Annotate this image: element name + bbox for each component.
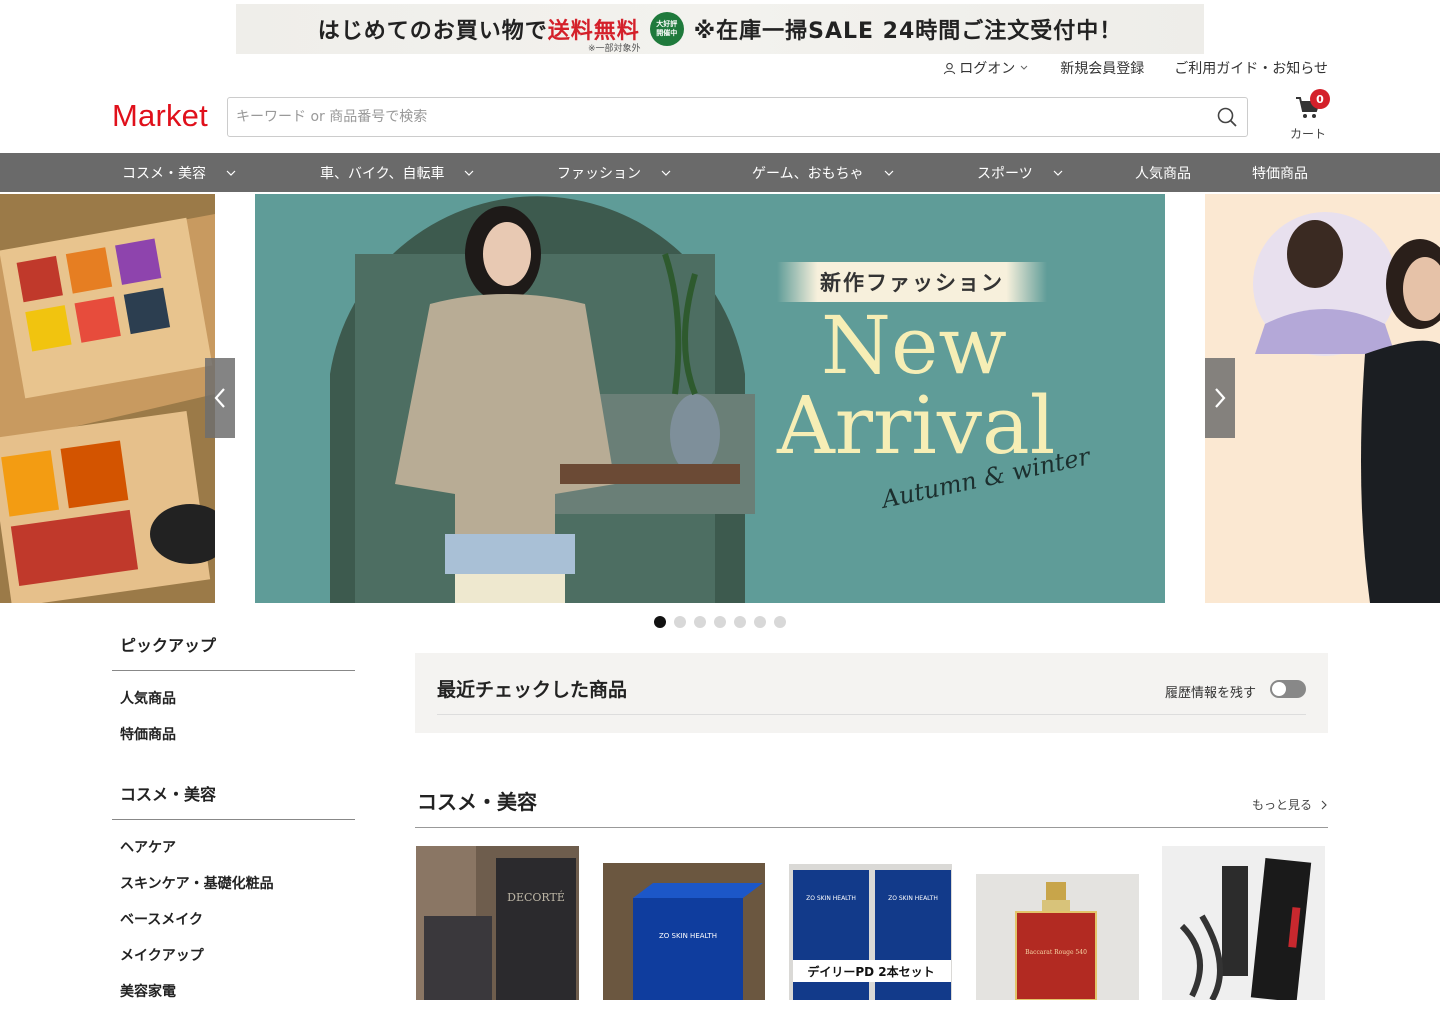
carousel-slide-main[interactable]: 新作ファッション New Arrival Autumn & winter <box>255 194 1165 603</box>
chevron-right-icon <box>1215 388 1226 408</box>
product-image: ZO SKIN HEALTH <box>603 863 765 1000</box>
nav-item-sale[interactable]: 特価商品 <box>1252 153 1308 192</box>
sidebar: ピックアップ 人気商品 特価商品 コスメ・美容 ヘアケア スキンケア・基礎化粧品… <box>112 630 355 1036</box>
chevron-down-icon <box>226 170 236 176</box>
search-bar <box>227 97 1248 137</box>
nav-item-games[interactable]: ゲーム、おもちゃ <box>752 153 894 192</box>
sidebar-item-skincare[interactable]: スキンケア・基礎化粧品 <box>112 866 355 902</box>
product-card[interactable]: ZO SKIN HEALTH ZO SKIN HEALTH デイリーPD 2本セ… <box>789 864 952 1000</box>
sidebar-heading: コスメ・美容 <box>112 779 355 820</box>
cart-label: カート <box>1289 127 1326 141</box>
carousel-dot[interactable] <box>714 616 726 628</box>
product-brand: ZO SKIN HEALTH <box>806 895 856 902</box>
more-link[interactable]: もっと見る <box>1252 796 1328 813</box>
promo-banner[interactable]: はじめてのお買い物で送料無料 ※一部対象外 大好評 開催中 ※在庫一掃SALE 2… <box>236 4 1204 54</box>
promo-sale-text: ※在庫一掃SALE 24時間ご注文受付中！ <box>693 19 1123 44</box>
sidebar-item-beauty-appliances[interactable]: 美容家電 <box>112 974 355 1010</box>
product-image <box>1162 846 1325 1000</box>
sidebar-item-haircare[interactable]: ヘアケア <box>112 830 355 866</box>
section-title: コスメ・美容 <box>417 790 537 814</box>
innerwear-image <box>1205 194 1440 603</box>
carousel-prev-button[interactable] <box>205 358 235 438</box>
chevron-down-icon <box>1020 65 1028 70</box>
hero-carousel: 新作ファッション New Arrival Autumn & winter <box>0 194 1440 603</box>
carousel-dot[interactable] <box>694 616 706 628</box>
product-image: Baccarat Rouge 540 <box>976 874 1139 1000</box>
osechi-image <box>0 194 215 603</box>
carousel-dot[interactable] <box>754 616 766 628</box>
chevron-down-icon <box>884 170 894 176</box>
toggle-knob <box>1272 682 1286 696</box>
promo-badge: 大好評 開催中 <box>649 12 684 46</box>
product-brand: ZO SKIN HEALTH <box>659 932 717 940</box>
nav-item-vehicles[interactable]: 車、バイク、自転車 <box>320 153 474 192</box>
search-icon <box>1217 107 1237 127</box>
category-nav: コスメ・美容 車、バイク、自転車 ファッション ゲーム、おもちゃ スポーツ 人気… <box>0 153 1440 192</box>
recently-viewed-panel: 最近チェックした商品 履歴情報を残す <box>415 653 1328 733</box>
divider <box>437 714 1306 715</box>
cart-count-badge: 0 <box>1310 89 1330 109</box>
sidebar-item-sale[interactable]: 特価商品 <box>112 717 355 753</box>
sidebar-item-makeup[interactable]: メイクアップ <box>112 938 355 974</box>
divider <box>415 827 1328 828</box>
product-card[interactable]: Baccarat Rouge 540 <box>976 874 1139 1000</box>
product-card[interactable] <box>1162 846 1325 1000</box>
guide-link[interactable]: ご利用ガイド・お知らせ <box>1174 58 1328 78</box>
nav-item-sports[interactable]: スポーツ <box>977 153 1063 192</box>
search-input[interactable] <box>228 98 1207 136</box>
user-icon <box>944 62 956 74</box>
chevron-down-icon <box>1053 170 1063 176</box>
carousel-dot[interactable] <box>654 616 666 628</box>
banner-title-new: New <box>821 299 1007 392</box>
site-logo[interactable]: Market <box>112 98 208 134</box>
nav-item-cosme[interactable]: コスメ・美容 <box>122 153 236 192</box>
history-toggle[interactable] <box>1270 680 1306 698</box>
header-links: ログオン 新規会員登録 ご利用ガイド・お知らせ <box>943 58 1328 78</box>
product-card[interactable]: ZO SKIN HEALTH <box>603 863 765 1000</box>
product-row: DECORTÉ ZO SKIN HEALTH ZO SKIN HEALTH ZO… <box>415 846 1328 1000</box>
carousel-dots <box>654 616 786 628</box>
product-image: ZO SKIN HEALTH ZO SKIN HEALTH デイリーPD 2本セ… <box>789 864 952 1000</box>
product-brand: DECORTÉ <box>507 890 565 904</box>
nav-item-popular[interactable]: 人気商品 <box>1135 153 1191 192</box>
carousel-dot[interactable] <box>674 616 686 628</box>
register-link[interactable]: 新規会員登録 <box>1060 58 1144 78</box>
nav-item-fashion[interactable]: ファッション <box>557 153 671 192</box>
sidebar-group-cosme: コスメ・美容 ヘアケア スキンケア・基礎化粧品 ベースメイク メイクアップ 美容… <box>112 779 355 1010</box>
recently-viewed-title: 最近チェックした商品 <box>437 679 628 701</box>
carousel-dot[interactable] <box>774 616 786 628</box>
chevron-left-icon <box>214 388 225 408</box>
carousel-dot[interactable] <box>734 616 746 628</box>
sidebar-item-basemake[interactable]: ベースメイク <box>112 902 355 938</box>
carousel-slide-next[interactable] <box>1205 194 1440 603</box>
product-brand: ZO SKIN HEALTH <box>888 895 938 902</box>
cosme-section-header: コスメ・美容 もっと見る <box>415 786 1328 828</box>
chevron-down-icon <box>661 170 671 176</box>
banner-heading: 新作ファッション <box>777 262 1047 302</box>
chevron-down-icon <box>465 170 474 176</box>
search-button[interactable] <box>1207 98 1247 136</box>
sidebar-item-popular[interactable]: 人気商品 <box>112 681 355 717</box>
promo-note: ※一部対象外 <box>588 44 641 54</box>
sidebar-group-pickup: ピックアップ 人気商品 特価商品 <box>112 630 355 753</box>
login-link[interactable]: ログオン <box>943 58 1030 78</box>
product-card[interactable]: DECORTÉ <box>416 846 579 1000</box>
product-brand: Baccarat Rouge 540 <box>1025 949 1087 956</box>
product-caption: デイリーPD 2本セット <box>807 964 934 979</box>
carousel-slide-prev[interactable] <box>0 194 215 603</box>
history-toggle-label: 履歴情報を残す <box>1164 686 1256 701</box>
chevron-right-icon <box>1321 800 1327 809</box>
sidebar-heading: ピックアップ <box>112 630 355 671</box>
cart-button[interactable]: 0 カート <box>1288 89 1330 142</box>
product-image: DECORTÉ <box>416 846 579 1000</box>
carousel-next-button[interactable] <box>1205 358 1235 438</box>
